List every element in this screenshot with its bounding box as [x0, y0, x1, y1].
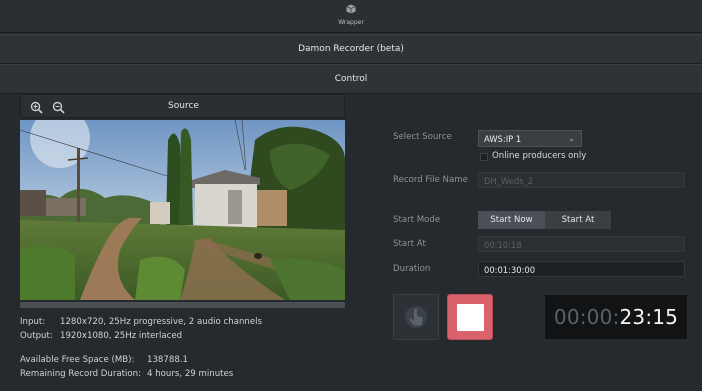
timer-leading-digits: 00:00:	[553, 305, 620, 329]
start-at-value: 00:10:18	[484, 240, 522, 250]
source-title: Source	[168, 101, 199, 111]
input-info-value: 1280x720, 25Hz progressive, 2 audio chan…	[60, 317, 263, 327]
select-source-label: Select Source	[393, 132, 452, 142]
output-info: Output: 1920x1080, 25Hz interlaced	[20, 331, 182, 341]
output-info-value: 1920x1080, 25Hz interlaced	[60, 331, 183, 341]
free-space-info: Available Free Space (MB): 138788.1	[20, 355, 188, 365]
record-file-name-input[interactable]: DH_Weds_2	[478, 172, 685, 188]
remaining-duration-key: Remaining Record Duration:	[20, 369, 142, 379]
wrapper-bar: Wrapper	[0, 0, 702, 33]
start-mode-label: Start Mode	[393, 215, 441, 225]
online-producers-label: Online producers only	[492, 151, 587, 161]
remaining-duration-value: 4 hours, 29 minutes	[147, 369, 234, 379]
duration-input[interactable]: 00:01:30:00	[478, 261, 685, 277]
video-scrollbar[interactable]	[20, 302, 345, 308]
select-source-value: AWS:IP 1	[484, 134, 522, 144]
source-video-preview[interactable]	[20, 120, 345, 300]
app-title: Damon Recorder (beta)	[298, 44, 404, 54]
stop-record-button[interactable]	[447, 294, 493, 340]
start-at-button[interactable]: Start At	[545, 211, 611, 229]
record-file-name-value: DH_Weds_2	[484, 176, 534, 186]
hand-pointer-icon	[405, 306, 427, 328]
duration-label: Duration	[393, 264, 431, 274]
input-info-key: Input:	[20, 317, 46, 327]
source-header: Source	[20, 94, 345, 118]
manual-trigger-button[interactable]	[393, 294, 439, 340]
output-info-key: Output:	[20, 331, 53, 341]
start-at-label: Start At	[393, 239, 426, 249]
video-frame-image	[20, 120, 345, 300]
wrapper-label: Wrapper	[338, 19, 364, 26]
control-title: Control	[334, 74, 368, 84]
online-producers-checkbox[interactable]	[480, 153, 488, 161]
start-at-input[interactable]: 00:10:18	[478, 236, 685, 252]
control-section-header[interactable]: Control	[0, 64, 702, 94]
source-panel: Source	[20, 94, 345, 310]
chevron-down-icon: ⌄	[568, 134, 575, 143]
free-space-value: 138788.1	[147, 355, 189, 365]
input-info: Input: 1280x720, 25Hz progressive, 2 aud…	[20, 317, 262, 327]
start-now-button[interactable]: Start Now	[478, 211, 545, 229]
app-title-bar: Damon Recorder (beta)	[0, 34, 702, 64]
remaining-duration-info: Remaining Record Duration: 4 hours, 29 m…	[20, 369, 233, 379]
cube-icon	[346, 4, 356, 14]
timer-active-digits: 23:15	[619, 305, 679, 329]
stop-icon	[456, 303, 484, 331]
duration-value: 00:01:30:00	[484, 265, 536, 275]
record-timer: 00:00:23:15	[545, 295, 687, 339]
record-file-name-label: Record File Name	[393, 175, 468, 185]
control-panel: Select Source AWS:IP 1 ⌄ Online producer…	[352, 94, 702, 391]
free-space-key: Available Free Space (MB):	[20, 355, 135, 365]
select-source-dropdown[interactable]: AWS:IP 1 ⌄	[478, 130, 582, 147]
